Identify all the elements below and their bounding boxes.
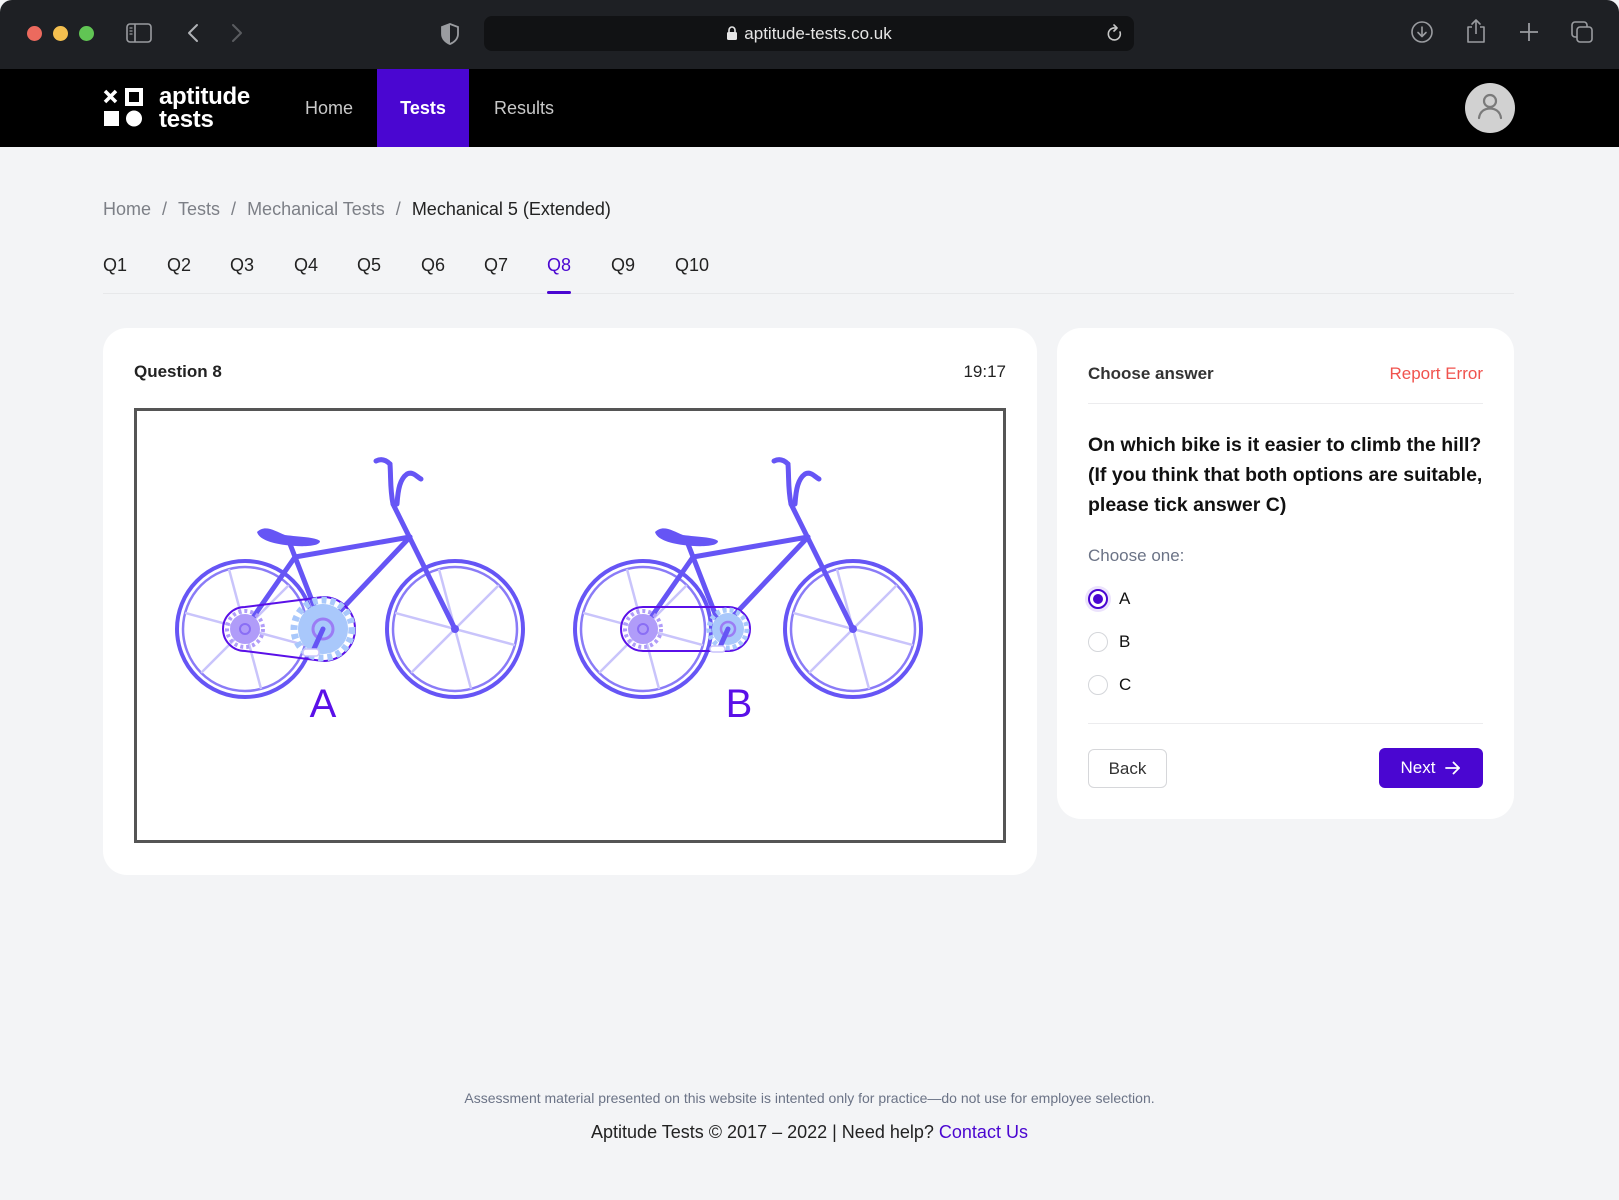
rear-sprocket-b xyxy=(623,609,663,649)
breadcrumb-separator: / xyxy=(231,199,237,219)
option-a[interactable]: A xyxy=(1088,589,1130,609)
site-logo[interactable]: aptitude tests xyxy=(103,83,250,133)
nav-results-label: Results xyxy=(494,97,555,118)
tab-q5[interactable]: Q5 xyxy=(357,255,381,294)
shield-icon[interactable] xyxy=(440,22,460,46)
rear-sprocket-a xyxy=(225,609,265,649)
radio-a[interactable] xyxy=(1088,589,1108,609)
breadcrumb: Home / Tests / Mechanical Tests / Mechan… xyxy=(103,199,611,220)
site-navbar: aptitude tests Home Tests Results xyxy=(0,69,1619,147)
question-card: Question 8 19:17 A B xyxy=(103,328,1037,875)
next-button-label: Next xyxy=(1400,758,1436,777)
divider xyxy=(1088,723,1483,724)
choose-one-label: Choose one: xyxy=(1088,546,1185,565)
logo-text: aptitude tests xyxy=(159,83,250,133)
url-text: aptitude-tests.co.uk xyxy=(744,23,892,43)
option-a-label: A xyxy=(1119,589,1131,608)
back-button-label: Back xyxy=(1108,758,1147,778)
breadcrumb-separator: / xyxy=(162,199,168,219)
logo-mark-icon xyxy=(103,88,143,128)
logo-line-2: tests xyxy=(159,106,214,133)
tab-q9[interactable]: Q9 xyxy=(611,255,635,294)
back-button[interactable]: Back xyxy=(1088,749,1167,788)
bike-label-a: A xyxy=(310,682,337,726)
copyright-text: Aptitude Tests © 2017 – 2022 | Need help… xyxy=(591,1122,934,1142)
browser-window: aptitude-tests.co.uk aptitude tests Home… xyxy=(0,0,1619,1200)
question-title: Question 8 xyxy=(134,362,222,381)
minimize-window-button[interactable] xyxy=(53,26,68,41)
contact-us-link[interactable]: Contact Us xyxy=(939,1122,1028,1142)
divider xyxy=(1088,403,1483,404)
reload-icon[interactable] xyxy=(1106,24,1124,49)
chainring-b xyxy=(706,607,750,653)
tab-q1[interactable]: Q1 xyxy=(103,255,127,294)
breadcrumb-home[interactable]: Home xyxy=(103,199,151,220)
close-window-button[interactable] xyxy=(27,26,42,41)
forward-icon[interactable] xyxy=(230,22,244,44)
breadcrumb-tests[interactable]: Tests xyxy=(178,199,220,220)
answer-card: Choose answer Report Error On which bike… xyxy=(1057,328,1514,819)
footer-copyright: Aptitude Tests © 2017 – 2022 | Need help… xyxy=(0,1122,1619,1143)
sidebar-icon[interactable] xyxy=(126,22,152,44)
browser-toolbar: aptitude-tests.co.uk xyxy=(0,0,1619,69)
radio-c[interactable] xyxy=(1088,675,1108,695)
maximize-window-button[interactable] xyxy=(79,26,94,41)
breadcrumb-current: Mechanical 5 (Extended) xyxy=(411,199,611,219)
tab-q6[interactable]: Q6 xyxy=(421,255,445,294)
choose-answer-heading: Choose answer xyxy=(1088,364,1214,383)
address-bar[interactable]: aptitude-tests.co.uk xyxy=(484,16,1134,51)
bike-label-b: B xyxy=(726,682,753,726)
option-b-label: B xyxy=(1119,632,1131,651)
logo-line-1: aptitude xyxy=(159,83,250,110)
tab-q8[interactable]: Q8 xyxy=(547,255,572,294)
avatar[interactable] xyxy=(1465,83,1515,133)
next-button[interactable]: Next xyxy=(1379,748,1483,788)
download-icon[interactable] xyxy=(1410,20,1434,44)
breadcrumb-mechanical-tests[interactable]: Mechanical Tests xyxy=(247,199,385,220)
back-icon[interactable] xyxy=(186,22,200,44)
nav-tests[interactable]: Tests xyxy=(377,69,469,147)
tabs-icon[interactable] xyxy=(1570,20,1594,44)
option-c[interactable]: C xyxy=(1088,675,1131,695)
timer: 19:17 xyxy=(963,362,1006,381)
share-icon[interactable] xyxy=(1465,18,1487,44)
tab-q10[interactable]: Q10 xyxy=(675,255,709,294)
nav-tests-label: Tests xyxy=(400,97,446,118)
arrow-right-icon xyxy=(1445,761,1461,775)
question-image: A B xyxy=(134,408,1006,843)
question-text: On which bike is it easier to climb the … xyxy=(1088,434,1483,516)
nav-home[interactable]: Home xyxy=(280,69,378,147)
report-error-link[interactable]: Report Error xyxy=(1389,364,1483,384)
radio-b[interactable] xyxy=(1088,632,1108,652)
option-c-label: C xyxy=(1119,675,1132,694)
bike-a xyxy=(177,460,523,697)
tab-q7[interactable]: Q7 xyxy=(484,255,508,294)
user-icon xyxy=(1476,92,1504,125)
tab-q2[interactable]: Q2 xyxy=(167,255,191,294)
tab-q3[interactable]: Q3 xyxy=(230,255,254,294)
nav-home-label: Home xyxy=(305,97,354,118)
bike-b xyxy=(575,460,921,697)
question-tabs: Q1 Q2 Q3 Q4 Q5 Q6 Q7 Q8 Q9 Q10 xyxy=(103,252,1514,294)
tab-q4[interactable]: Q4 xyxy=(294,255,318,294)
footer-disclaimer: Assessment material presented on this we… xyxy=(464,1090,1155,1106)
new-tab-icon[interactable] xyxy=(1519,22,1539,42)
nav-results[interactable]: Results xyxy=(469,69,579,147)
lock-icon xyxy=(726,26,738,41)
option-b[interactable]: B xyxy=(1088,632,1130,652)
breadcrumb-separator: / xyxy=(395,199,401,219)
